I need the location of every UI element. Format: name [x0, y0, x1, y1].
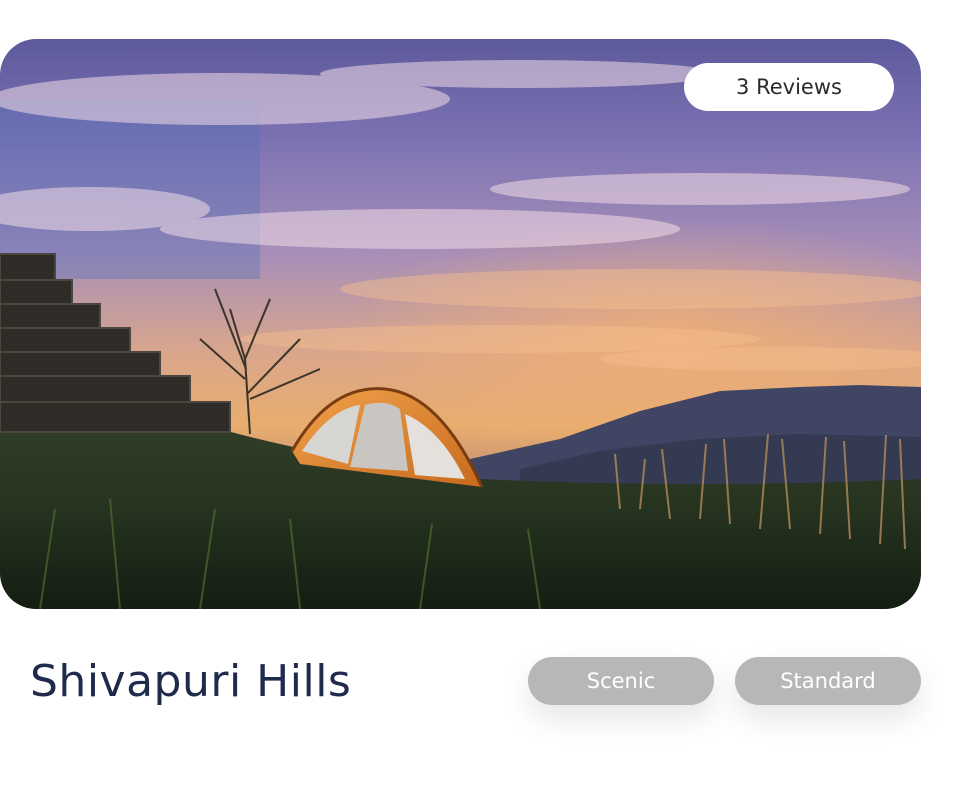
tag-standard[interactable]: Standard — [735, 657, 921, 705]
place-card[interactable]: 3 Reviews Shivapuri Hills Scenic Standar… — [0, 0, 972, 792]
campsite-sunset-illustration — [0, 39, 921, 609]
reviews-count-button[interactable]: 3 Reviews — [684, 63, 894, 111]
hero-photo[interactable] — [0, 39, 921, 609]
place-title: Shivapuri Hills — [30, 656, 352, 707]
tag-scenic[interactable]: Scenic — [528, 657, 714, 705]
